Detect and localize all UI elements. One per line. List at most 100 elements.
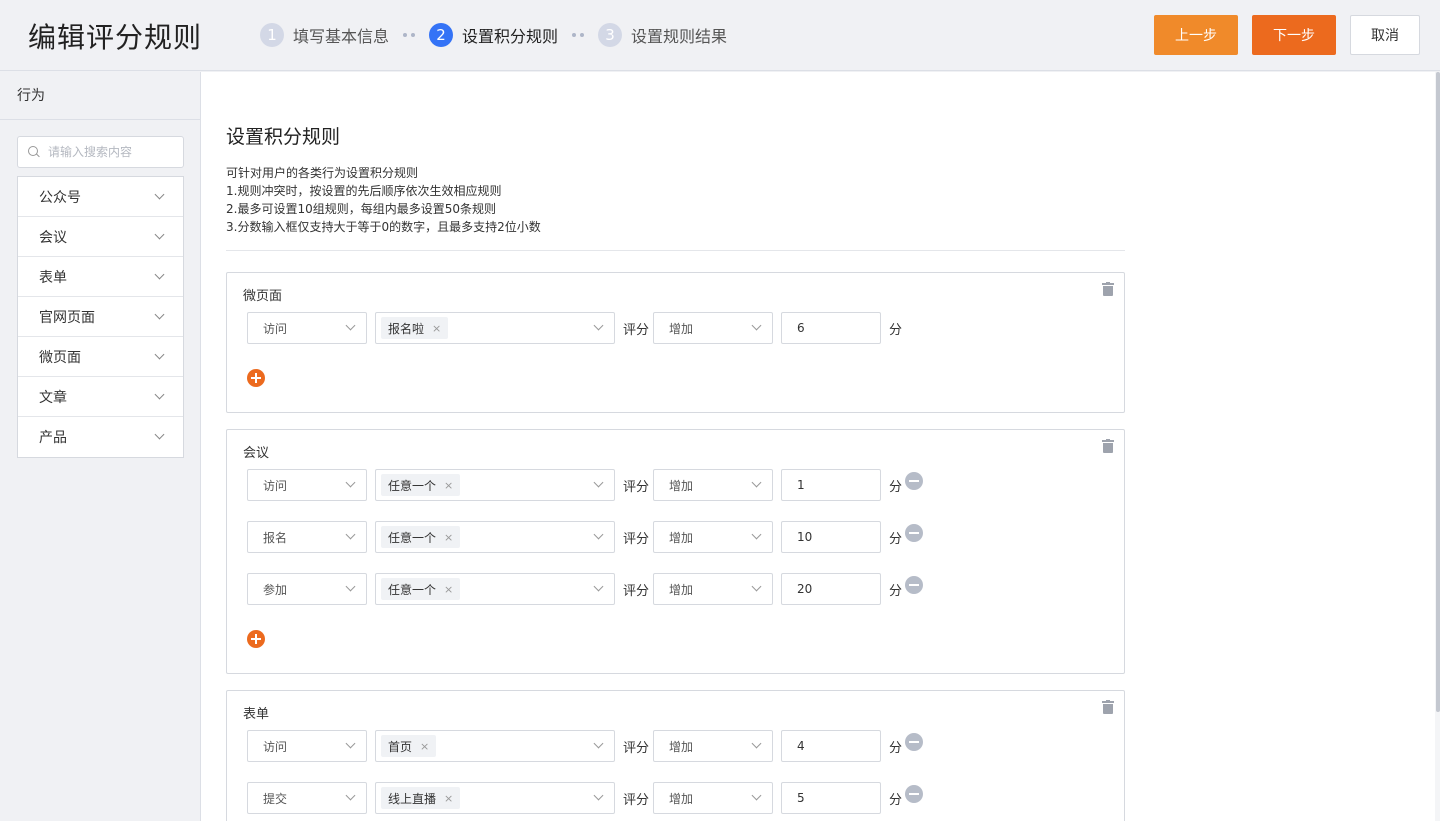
operation-select[interactable]: 增加 — [653, 521, 774, 553]
sidebar-item-meeting[interactable]: 会议 — [18, 217, 183, 257]
chevron-down-icon — [154, 349, 165, 359]
score-label: 评分 — [623, 792, 650, 808]
search-input[interactable] — [48, 145, 178, 159]
group-title: 会议 — [243, 446, 270, 461]
target-tag: 报名啦 × — [381, 317, 449, 339]
delete-group-icon[interactable] — [1102, 282, 1114, 296]
score-input[interactable] — [781, 469, 882, 501]
step-2: 2 设置积分规则 — [429, 23, 558, 47]
step-separator — [403, 33, 416, 37]
score-input[interactable] — [781, 312, 882, 344]
target-tag-label: 任意一个 — [388, 530, 437, 545]
chevron-down-icon — [751, 581, 762, 592]
scrollbar-thumb[interactable] — [1436, 72, 1440, 712]
close-icon[interactable]: × — [432, 322, 441, 335]
section-title: 设置积分规则 — [226, 126, 341, 148]
action-select[interactable]: 参加 — [247, 573, 367, 605]
group-title: 表单 — [243, 707, 270, 722]
rule-row: 访问 任意一个 × 评分 增加 分 — [247, 469, 924, 501]
operation-select[interactable]: 增加 — [653, 730, 774, 762]
header: 编辑评分规则 1 填写基本信息 2 设置积分规则 3 设置规则结果 上一步 下一… — [0, 0, 1440, 71]
target-select[interactable]: 报名啦 × — [375, 312, 615, 344]
step-1-number: 1 — [260, 23, 284, 47]
add-rule-button[interactable] — [247, 630, 265, 648]
sidebar-item-website-page[interactable]: 官网页面 — [18, 297, 183, 337]
operation-select[interactable]: 增加 — [653, 782, 774, 814]
chevron-down-icon — [154, 229, 165, 239]
unit-label: 分 — [889, 583, 903, 599]
score-input[interactable] — [781, 730, 882, 762]
chevron-down-icon — [593, 790, 604, 801]
sidebar-item-micro-page[interactable]: 微页面 — [18, 337, 183, 377]
sidebar-item-product[interactable]: 产品 — [18, 417, 183, 457]
delete-group-icon[interactable] — [1102, 439, 1114, 453]
target-tag: 任意一个 × — [381, 578, 461, 600]
sidebar-item-article[interactable]: 文章 — [18, 377, 183, 417]
score-label: 评分 — [623, 479, 650, 495]
chevron-down-icon — [345, 790, 356, 801]
sidebar-item-wechat-account[interactable]: 公众号 — [18, 177, 183, 217]
target-select[interactable]: 任意一个 × — [375, 573, 615, 605]
step-2-label: 设置积分规则 — [462, 27, 559, 46]
close-icon[interactable]: × — [420, 740, 429, 753]
close-icon[interactable]: × — [444, 792, 453, 805]
action-select[interactable]: 提交 — [247, 782, 367, 814]
target-select[interactable]: 首页 × — [375, 730, 615, 762]
action-select[interactable]: 访问 — [247, 312, 367, 344]
score-input[interactable] — [781, 573, 882, 605]
sidebar-title: 行为 — [0, 72, 200, 120]
prev-step-button[interactable]: 上一步 — [1154, 15, 1238, 55]
target-select[interactable]: 任意一个 × — [375, 469, 615, 501]
delete-group-icon[interactable] — [1102, 700, 1114, 714]
action-select[interactable]: 报名 — [247, 521, 367, 553]
divider — [226, 250, 1125, 251]
remove-rule-button[interactable] — [905, 523, 924, 542]
rule-row: 访问 首页 × 评分 增加 分 — [247, 730, 924, 762]
remove-rule-button[interactable] — [905, 471, 924, 490]
score-input[interactable] — [781, 782, 882, 814]
next-step-button[interactable]: 下一步 — [1252, 15, 1336, 55]
remove-rule-button[interactable] — [905, 784, 924, 803]
target-select[interactable]: 线上直播 × — [375, 782, 615, 814]
sidebar-item-label: 微页面 — [39, 349, 81, 366]
score-input[interactable] — [781, 521, 882, 553]
unit-label: 分 — [889, 792, 903, 808]
sidebar-item-label: 产品 — [39, 430, 67, 446]
operation-select-value: 增加 — [669, 478, 694, 493]
chevron-down-icon — [154, 309, 165, 319]
description-line: 可针对用户的各类行为设置积分规则 — [226, 166, 419, 180]
operation-select[interactable]: 增加 — [653, 573, 774, 605]
step-2-number: 2 — [429, 23, 454, 47]
close-icon[interactable]: × — [444, 531, 453, 544]
chevron-down-icon — [593, 581, 604, 592]
sidebar-item-form[interactable]: 表单 — [18, 257, 183, 297]
operation-select-value: 增加 — [669, 791, 694, 806]
action-select-value: 提交 — [263, 791, 288, 806]
sidebar-item-label: 文章 — [39, 389, 67, 406]
chevron-down-icon — [751, 529, 762, 540]
score-label: 评分 — [623, 322, 650, 338]
operation-select[interactable]: 增加 — [653, 312, 774, 344]
cancel-button[interactable]: 取消 — [1350, 15, 1420, 55]
close-icon[interactable]: × — [444, 583, 453, 596]
remove-rule-button[interactable] — [905, 575, 924, 594]
rule-row: 参加 任意一个 × 评分 增加 分 — [247, 573, 924, 605]
action-select[interactable]: 访问 — [247, 730, 367, 762]
step-1-label: 填写基本信息 — [293, 27, 390, 46]
operation-select-value: 增加 — [669, 739, 694, 754]
sidebar-item-label: 表单 — [39, 269, 67, 286]
unit-label: 分 — [889, 322, 903, 338]
operation-select[interactable]: 增加 — [653, 469, 774, 501]
chevron-down-icon — [593, 320, 604, 331]
action-select[interactable]: 访问 — [247, 469, 367, 501]
target-select[interactable]: 任意一个 × — [375, 521, 615, 553]
close-icon[interactable]: × — [444, 479, 453, 492]
add-rule-button[interactable] — [247, 369, 265, 387]
chevron-down-icon — [751, 738, 762, 749]
search-box[interactable] — [17, 136, 184, 168]
chevron-down-icon — [593, 477, 604, 488]
score-label: 评分 — [623, 740, 650, 756]
remove-rule-button[interactable] — [905, 732, 924, 751]
chevron-down-icon — [593, 738, 604, 749]
step-1: 1 填写基本信息 — [260, 23, 389, 47]
